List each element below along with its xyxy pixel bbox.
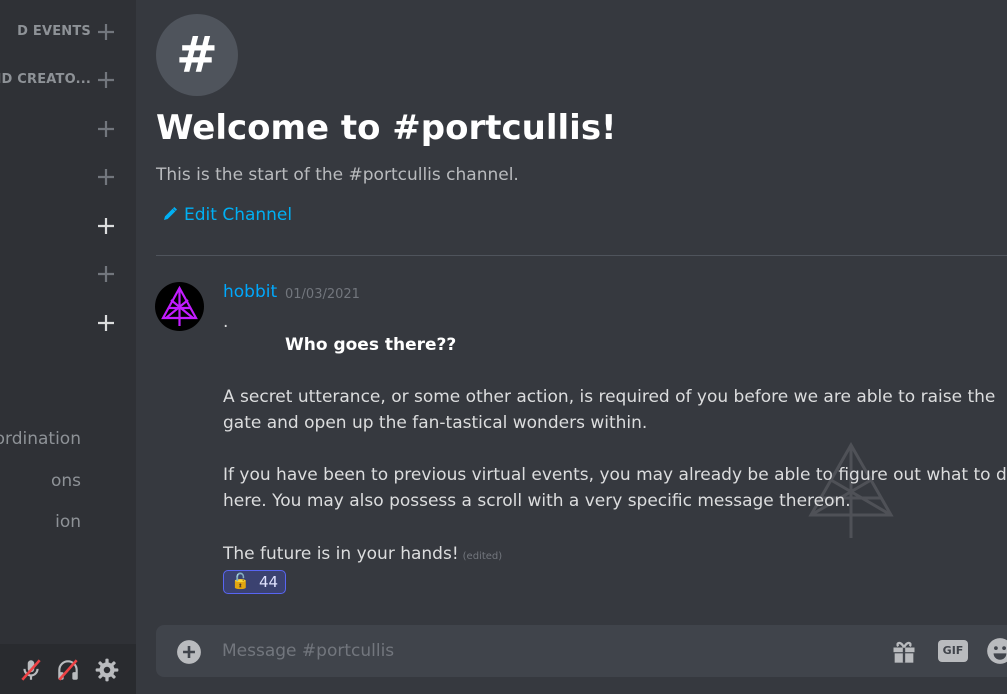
edit-channel-link[interactable]: Edit Channel (162, 205, 292, 225)
category-row[interactable] (0, 165, 136, 189)
portcullis-watermark-icon (808, 441, 894, 538)
category-row[interactable] (0, 311, 136, 335)
unlock-emoji-icon: 🔓 (231, 572, 250, 590)
settings-gear-icon[interactable] (94, 657, 120, 683)
category-row[interactable] (0, 262, 136, 286)
add-channel-icon[interactable] (94, 20, 118, 44)
message-input[interactable] (222, 639, 862, 663)
category-row[interactable]: D EVENTS (0, 20, 136, 44)
category-row[interactable] (0, 214, 136, 238)
add-channel-icon[interactable] (94, 165, 118, 189)
user-panel (0, 644, 136, 694)
message-text-line: here. You may also possess a scroll with… (223, 491, 851, 511)
category-label[interactable]: D EVENTS (17, 24, 91, 39)
channel-hash-icon: # (156, 14, 238, 96)
add-channel-icon[interactable] (94, 214, 118, 238)
message-composer: GIF (156, 625, 1007, 677)
category-row[interactable]: AND CREATO... (0, 68, 136, 92)
message-author[interactable]: hobbit (223, 282, 277, 302)
reaction-button[interactable]: 🔓 44 (223, 570, 286, 594)
pencil-icon (164, 206, 178, 220)
gift-icon[interactable] (890, 637, 918, 665)
headphones-deafened-icon[interactable] (55, 657, 81, 683)
emoji-icon[interactable] (986, 637, 1007, 665)
microphone-muted-icon[interactable] (18, 657, 44, 683)
edited-label: (edited) (462, 551, 503, 562)
sidebar-channel-item[interactable]: ons (51, 471, 81, 491)
channel-sidebar: D EVENTS AND CREATO... ordination ons io… (0, 0, 136, 694)
add-attachment-icon[interactable] (176, 639, 202, 665)
message-text-line: If you have been to previous virtual eve… (223, 465, 1007, 485)
message-text-line: gate and open up the fan-tastical wonder… (223, 413, 648, 433)
welcome-subtitle: This is the start of the #portcullis cha… (156, 165, 519, 185)
avatar[interactable] (155, 282, 204, 331)
sidebar-channel-item[interactable]: ion (55, 512, 81, 532)
message-text-line: . (223, 312, 229, 332)
message-text-line: The future is in your hands! (edited) (223, 544, 502, 564)
category-label[interactable]: AND CREATO... (0, 72, 91, 87)
category-row[interactable] (0, 117, 136, 141)
add-channel-icon[interactable] (94, 68, 118, 92)
message-last-line: The future is in your hands! (223, 544, 459, 564)
message-bold-line: Who goes there?? (285, 335, 457, 355)
reaction-count: 44 (259, 573, 279, 591)
divider (156, 255, 1007, 256)
message-timestamp: 01/03/2021 (285, 287, 360, 302)
welcome-title: Welcome to #portcullis! (156, 108, 617, 148)
add-channel-icon[interactable] (94, 117, 118, 141)
gif-button[interactable]: GIF (938, 640, 968, 662)
chat-area: # Welcome to #portcullis! This is the st… (136, 0, 1007, 694)
avatar-sigil-icon (161, 285, 198, 326)
add-channel-icon[interactable] (94, 311, 118, 335)
edit-channel-label[interactable]: Edit Channel (184, 205, 292, 225)
sidebar-channel-item[interactable]: ordination (0, 429, 81, 449)
message-text-line: A secret utterance, or some other action… (223, 387, 996, 407)
add-channel-icon[interactable] (94, 262, 118, 286)
